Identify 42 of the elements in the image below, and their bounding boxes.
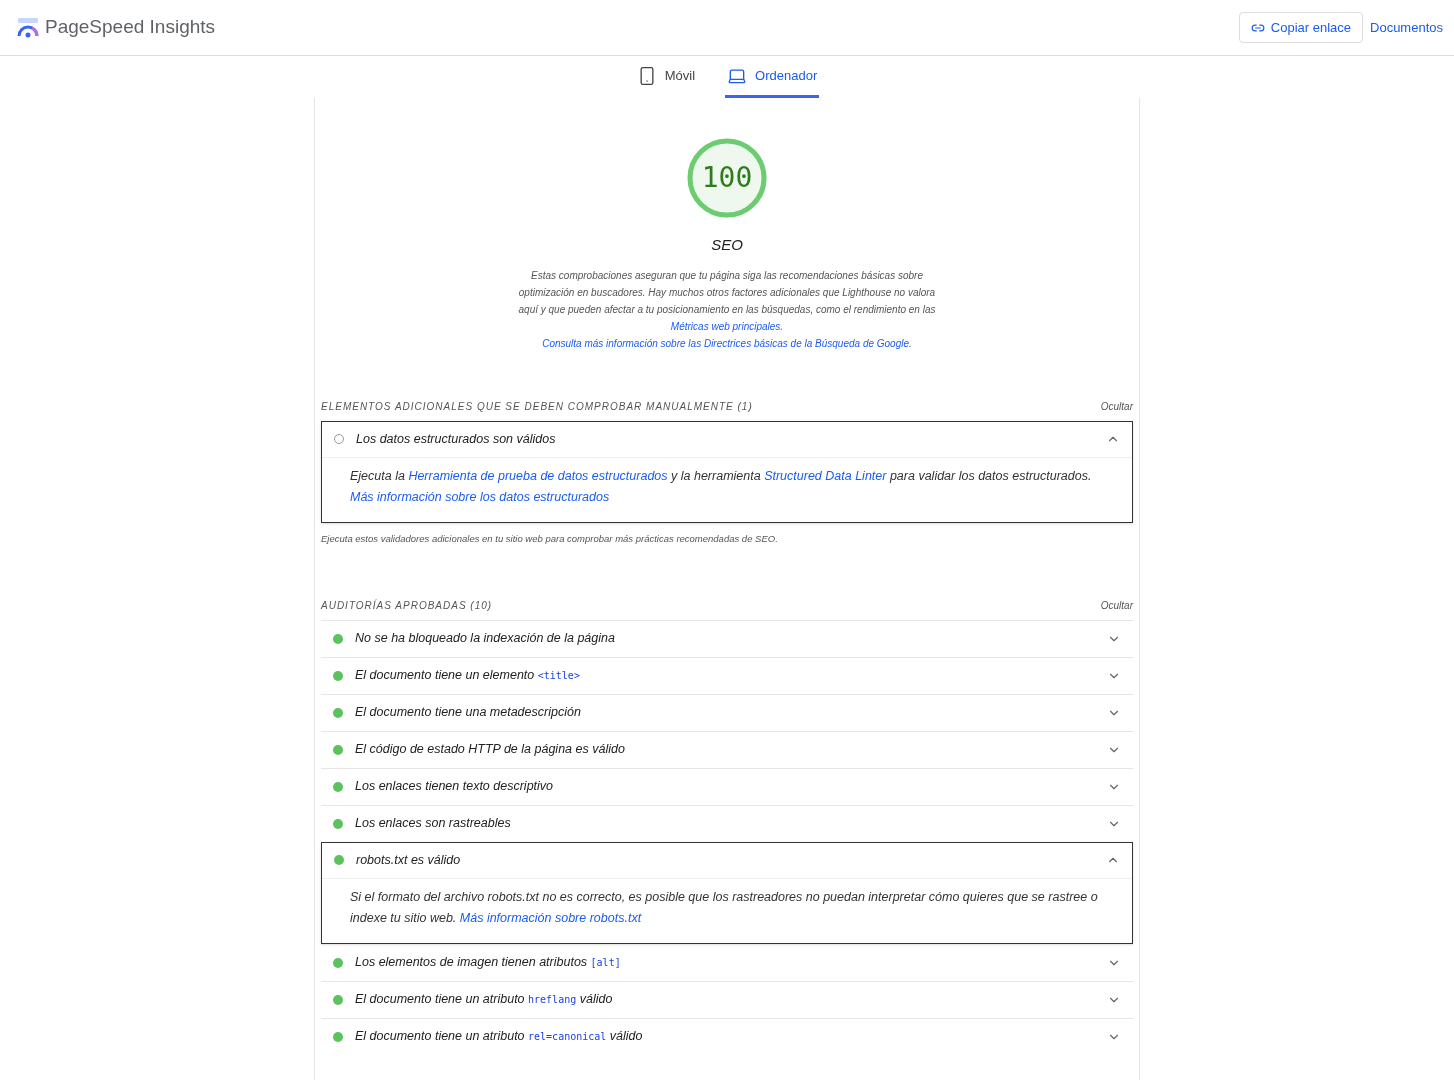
device-tab[interactable]: Ordenador: [725, 56, 820, 98]
audit-row[interactable]: El documento tiene un atributo rel=canonical válido: [321, 1018, 1133, 1055]
audit-row[interactable]: robots.txt es válido: [322, 842, 1132, 879]
audit-title: El código de estado HTTP de la página es válido: [355, 741, 625, 759]
link[interactable]: Más información sobre robots.txt: [459, 910, 642, 925]
audit-row[interactable]: El documento tiene una metadescripción: [321, 694, 1133, 731]
app-title: PageSpeed Insights: [45, 15, 216, 40]
audit-description: Ejecuta la Herramienta de prueba de datos estructurados y la herramienta Structured Data Linter para validar los datos estructurados. Más información sobre los datos estructurados: [350, 468, 1092, 504]
category-title: SEO: [711, 235, 743, 255]
hide-link[interactable]: Ocultar: [1100, 399, 1133, 414]
copy-link-button[interactable]: Copiar enlace: [1238, 12, 1363, 43]
link[interactable]: Más información sobre los datos estructurados: [350, 489, 610, 504]
section-heading: AUDITORÍAS APROBADAS (10): [321, 598, 493, 614]
audit-title: Los elementos de imagen tienen atributos [alt]: [355, 954, 621, 972]
audit-row[interactable]: Los datos estructurados son válidos: [322, 421, 1132, 458]
audit-title: Los enlaces tienen texto descriptivo: [355, 778, 554, 796]
audit-row[interactable]: El documento tiene un atributo hreflang válido: [321, 981, 1133, 1018]
audit-row[interactable]: Los enlaces tienen texto descriptivo: [321, 768, 1133, 805]
hide-link[interactable]: Ocultar: [1100, 598, 1133, 614]
audit-title: El documento tiene un atributo rel=canonical válido: [355, 1028, 643, 1046]
category-description: Estas comprobaciones aseguran que tu página siga las recomendaciones básicas sobre optimización en buscadores. Hay muchos otros factores adicionales que Lighthouse no valora aquí y que pueden afectar a tu posicionamiento en las búsquedas, como el rendimiento en las Métricas web principales. Consulta más información sobre las Directrices básicas de la Búsqueda de Google.: [518, 269, 936, 350]
audit-title: El documento tiene un atributo hreflang válido: [355, 991, 613, 1009]
audit-description: Si el formato del archivo robots.txt no es correcto, es posible que los rastreadores no puedan interpretar cómo quieres que se rastree o indexe tu sitio web. Más información sobre robots.txt: [350, 889, 1098, 925]
audit-title: El documento tiene una metadescripción: [355, 704, 581, 722]
section-heading: ELEMENTOS ADICIONALES QUE SE DEBEN COMPROBAR MANUALMENTE (1): [321, 400, 753, 414]
audit-row[interactable]: Los elementos de imagen tienen atributos [alt]: [321, 944, 1133, 981]
section-note: Ejecuta estos validadores adicionales en tu sitio web para comprobar más prácticas recomendadas de SEO.: [321, 531, 779, 546]
audit-row[interactable]: El documento tiene un elemento <title>: [321, 657, 1133, 694]
audit-row[interactable]: Los enlaces son rastreables: [321, 805, 1133, 842]
link[interactable]: Herramienta de prueba de datos estructurados: [408, 468, 668, 483]
device-tab[interactable]: Móvil: [634, 56, 698, 98]
audit-title: Los datos estructurados son válidos: [356, 430, 556, 448]
docs-link[interactable]: Documentos: [1370, 17, 1443, 38]
audit-title: robots.txt es válido: [356, 851, 461, 869]
audit-row[interactable]: No se ha bloqueado la indexación de la página: [321, 620, 1133, 657]
score-value: 100: [701, 160, 753, 196]
audit-title: El documento tiene un elemento <title>: [355, 667, 580, 685]
audit-row[interactable]: El código de estado HTTP de la página es válido: [321, 731, 1133, 768]
audit-title: Los enlaces son rastreables: [355, 815, 511, 833]
audit-title: No se ha bloqueado la indexación de la página: [355, 630, 615, 648]
link[interactable]: Structured Data Linter: [764, 468, 887, 483]
logo-icon: [17, 17, 39, 38]
